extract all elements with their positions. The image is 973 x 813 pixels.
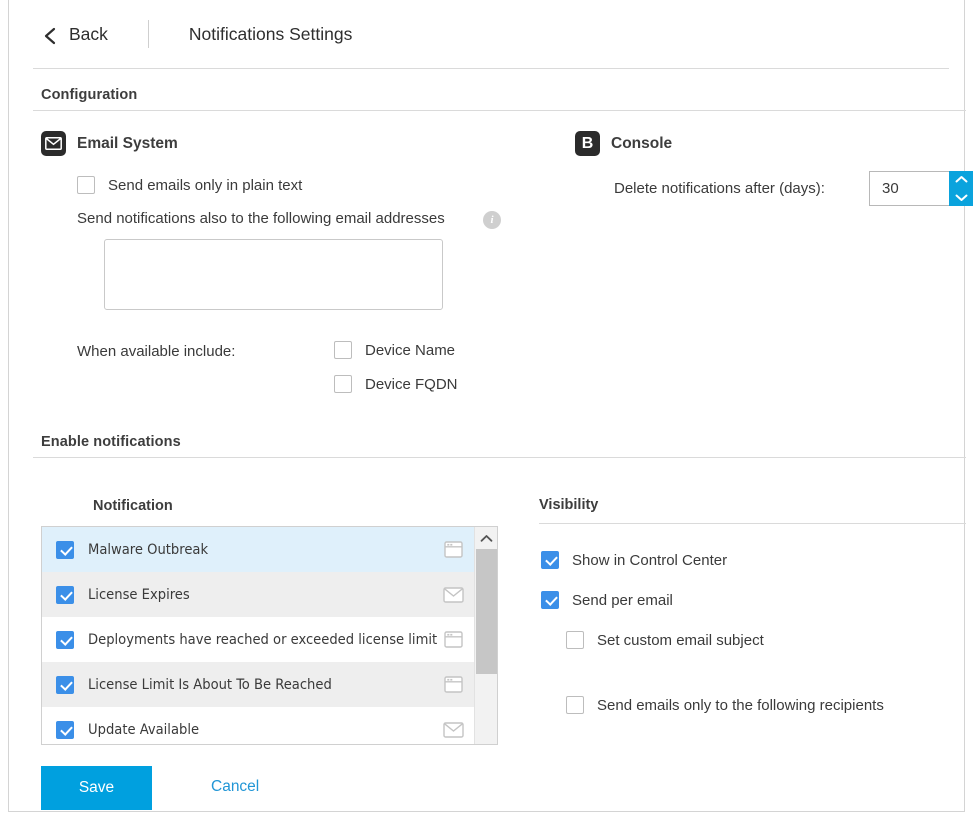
when-available-label: When available include:	[77, 343, 235, 360]
back-button[interactable]: Back	[42, 24, 108, 45]
chevron-left-icon	[42, 26, 58, 42]
table-row[interactable]: License Expires	[42, 572, 474, 617]
back-label: Back	[69, 24, 108, 45]
settings-page: Back Notifications Settings Configuratio…	[8, 0, 965, 812]
show-in-control-center-row[interactable]: Show in Control Center	[541, 551, 727, 569]
email-system-title: Email System	[77, 135, 178, 153]
header-rule	[33, 68, 949, 69]
set-custom-email-subject-checkbox[interactable]	[566, 631, 584, 649]
configuration-heading: Configuration	[41, 87, 137, 103]
show-in-control-center-label: Show in Control Center	[572, 552, 727, 569]
notification-enabled-checkbox[interactable]	[56, 676, 74, 694]
notification-enabled-checkbox[interactable]	[56, 541, 74, 559]
send-only-to-recipients-checkbox[interactable]	[566, 696, 584, 714]
stepper-down-button[interactable]	[949, 189, 973, 207]
console-b-icon: B	[575, 131, 600, 156]
device-name-label: Device Name	[365, 342, 455, 359]
email-addresses-textarea[interactable]	[104, 239, 443, 310]
browser-window-icon	[442, 630, 464, 650]
visibility-heading: Visibility	[539, 497, 598, 513]
header-divider	[148, 20, 149, 48]
notification-enabled-checkbox[interactable]	[56, 631, 74, 649]
page-title: Notifications Settings	[189, 24, 352, 45]
email-system-group-header: Email System	[41, 131, 178, 156]
envelope-icon	[442, 585, 464, 605]
send-plain-text-row[interactable]: Send emails only in plain text	[77, 176, 302, 194]
device-fqdn-row[interactable]: Device FQDN	[334, 375, 458, 393]
enable-notifications-rule	[33, 457, 966, 458]
configuration-section-title: Configuration	[41, 86, 137, 104]
page-header: Back Notifications Settings	[9, 0, 964, 68]
set-custom-email-subject-label: Set custom email subject	[597, 632, 764, 649]
stepper-up-button[interactable]	[949, 171, 973, 189]
notification-label: Malware Outbreak	[88, 541, 442, 558]
table-row[interactable]: Update Available	[42, 707, 474, 745]
scrollbar-thumb[interactable]	[476, 549, 498, 674]
envelope-icon	[41, 131, 66, 156]
send-only-to-recipients-label: Send emails only to the following recipi…	[597, 697, 884, 714]
info-icon[interactable]: i	[483, 211, 501, 229]
send-per-email-row[interactable]: Send per email	[541, 591, 673, 609]
cancel-button[interactable]: Cancel	[211, 778, 259, 796]
notifications-list: Malware Outbreak License Expires	[41, 526, 498, 745]
enable-notifications-section-title: Enable notifications	[41, 433, 181, 451]
visibility-rule	[539, 523, 966, 524]
browser-window-icon	[442, 675, 464, 695]
delete-after-days-stepper[interactable]	[869, 171, 973, 206]
table-row[interactable]: License Limit Is About To Be Reached	[42, 662, 474, 707]
notification-label: License Expires	[88, 586, 442, 603]
stepper-buttons[interactable]	[949, 171, 973, 206]
send-per-email-label: Send per email	[572, 592, 673, 609]
send-per-email-checkbox[interactable]	[541, 591, 559, 609]
notification-label: Update Available	[88, 721, 442, 738]
console-group-header: B Console	[575, 131, 672, 156]
device-fqdn-checkbox[interactable]	[334, 375, 352, 393]
save-button[interactable]: Save	[41, 766, 152, 810]
send-only-to-recipients-row[interactable]: Send emails only to the following recipi…	[566, 696, 884, 714]
set-custom-email-subject-row[interactable]: Set custom email subject	[566, 631, 764, 649]
delete-after-days-input[interactable]	[869, 171, 949, 206]
notification-label: Deployments have reached or exceeded lic…	[88, 631, 442, 648]
console-title: Console	[611, 135, 672, 153]
show-in-control-center-checkbox[interactable]	[541, 551, 559, 569]
notification-column-header: Notification	[93, 498, 173, 514]
notification-enabled-checkbox[interactable]	[56, 586, 74, 604]
notification-enabled-checkbox[interactable]	[56, 721, 74, 739]
send-plain-text-checkbox[interactable]	[77, 176, 95, 194]
notifications-list-rows: Malware Outbreak License Expires	[42, 527, 474, 744]
device-name-row[interactable]: Device Name	[334, 341, 455, 359]
delete-notifications-label: Delete notifications after (days):	[614, 180, 825, 197]
table-row[interactable]: Deployments have reached or exceeded lic…	[42, 617, 474, 662]
device-fqdn-label: Device FQDN	[365, 376, 458, 393]
also-send-label: Send notifications also to the following…	[77, 210, 445, 227]
scroll-up-button[interactable]	[475, 527, 498, 549]
notifications-scrollbar[interactable]	[474, 527, 498, 744]
table-row[interactable]: Malware Outbreak	[42, 527, 474, 572]
send-plain-text-label: Send emails only in plain text	[108, 177, 302, 194]
configuration-rule	[33, 110, 966, 111]
device-name-checkbox[interactable]	[334, 341, 352, 359]
enable-notifications-heading: Enable notifications	[41, 434, 181, 450]
envelope-icon	[442, 720, 464, 740]
notification-label: License Limit Is About To Be Reached	[88, 676, 442, 693]
browser-window-icon	[442, 540, 464, 560]
